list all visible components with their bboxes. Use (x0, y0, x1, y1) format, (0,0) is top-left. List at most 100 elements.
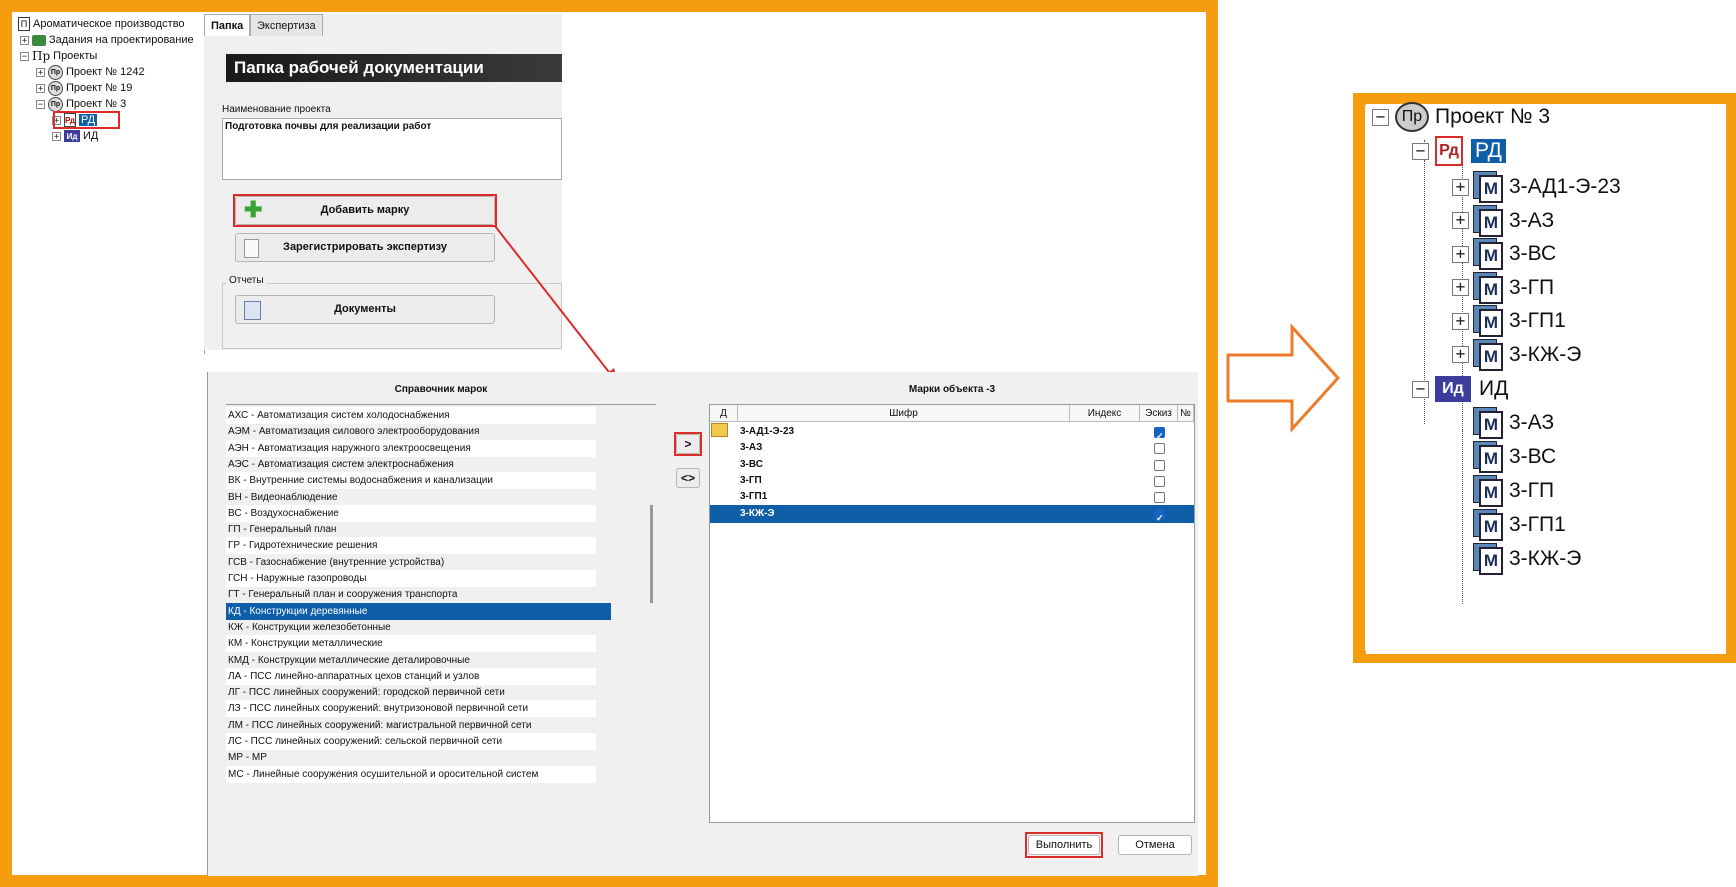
grid-header-index[interactable]: Индекс (1070, 405, 1140, 422)
grid-row[interactable]: 3-АЗ (710, 439, 1194, 457)
zoom-tree-rd[interactable]: − Рд РД (1412, 136, 1506, 166)
mark-list-item[interactable]: ГР - Гидротехнические решения (226, 537, 596, 555)
zoom-tree-label: 3-КЖ-Э (1509, 342, 1582, 366)
zoom-tree-project[interactable]: − Пр Проект № 3 (1372, 102, 1550, 132)
zoom-tree-id-mark[interactable]: М 3-ГП (1452, 475, 1555, 507)
mark-list-item[interactable]: ВК - Внутренние системы водоснабжения и … (226, 472, 596, 490)
grid-header-number[interactable]: № (1178, 405, 1194, 422)
mark-list-item[interactable]: ВС - Воздухоснабжение (226, 504, 596, 522)
collapse-icon[interactable]: − (1412, 380, 1429, 398)
expand-icon[interactable]: + (1452, 312, 1469, 330)
mark-list-item[interactable]: ЛС - ПСС линейных сооружений: сельской п… (226, 733, 596, 750)
zoom-tree-rd-mark[interactable]: + М 3-АЗ (1452, 204, 1554, 237)
grid-row[interactable]: 3-ГП (710, 472, 1194, 490)
sketch-checkbox[interactable] (1154, 443, 1165, 455)
zoom-tree-label: ИД (1479, 377, 1509, 400)
move-right-highlight-box (674, 432, 702, 456)
grid-cell-code: 3-АЗ (740, 442, 763, 454)
collapse-icon[interactable]: − (1372, 108, 1389, 126)
zoom-tree-label: 3-АД1-Э-23 (1509, 175, 1621, 198)
grid-row[interactable]: 3-КЖ-Э (710, 504, 1194, 527)
zoom-tree-label: 3-ГП1 (1509, 513, 1566, 536)
sketch-checkbox[interactable] (1154, 508, 1165, 527)
mark-list-item[interactable]: ГСН - Наружные газопроводы (226, 570, 596, 587)
cancel-button[interactable]: Отмена (1118, 835, 1192, 855)
zoom-tree-rd-mark[interactable]: + М 3-КЖ-Э (1452, 338, 1582, 371)
zoom-tree-rd-mark[interactable]: + М 3-АД1-Э-23 (1452, 171, 1621, 203)
mark-list-item[interactable]: ЛА - ПСС линейно-аппаратных цехов станци… (226, 667, 596, 685)
mark-list-item[interactable]: МС - Линейные сооружения осушительной и … (226, 765, 596, 783)
list-scrollbar[interactable] (650, 505, 653, 603)
zoom-tree-label: 3-АЗ (1509, 411, 1555, 434)
mark-list-item[interactable]: КМД - Конструкции металлические деталиро… (226, 652, 596, 669)
mark-icon: М (1473, 475, 1503, 507)
grid-row[interactable]: 3-ГП1 (710, 488, 1194, 506)
grid-header-d[interactable]: Д (710, 405, 738, 422)
zoom-tree-label: 3-ГП1 (1509, 309, 1566, 332)
expand-icon[interactable]: + (1452, 279, 1469, 296)
mark-list-item[interactable]: АХС - Автоматизация систем холодоснабжен… (226, 407, 596, 424)
mark-list-item[interactable]: АЭН - Автоматизация наружного электроосв… (226, 439, 596, 457)
mark-list-item[interactable]: КД - Конструкции деревянные (226, 602, 611, 620)
mark-icon: М (1473, 509, 1503, 541)
rd-document-icon: Рд (1435, 136, 1463, 166)
mark-list-item[interactable]: ЛГ - ПСС линейных сооружений: городской … (226, 684, 596, 701)
mark-icon: М (1473, 543, 1503, 575)
id-folder-icon: Ид (1435, 376, 1471, 402)
left-list-title: Справочник марок (394, 384, 488, 395)
grid-cell-code: 3-АД1-Э-23 (740, 426, 795, 437)
mark-list-item[interactable]: АЭМ - Автоматизация силового электрообор… (226, 423, 596, 440)
expand-icon[interactable]: + (1452, 346, 1469, 363)
zoom-tree-id-mark[interactable]: М 3-АЗ (1452, 407, 1555, 439)
mark-icon: М (1473, 271, 1503, 304)
mark-list-item[interactable]: ГТ - Генеральный план и сооружения транс… (226, 586, 596, 603)
big-right-arrow (1226, 323, 1341, 433)
zoom-tree-id-mark[interactable]: М 3-КЖ-Э (1452, 543, 1582, 575)
mark-list-item[interactable]: ЛМ - ПСС линейных сооружений: магистраль… (226, 717, 596, 734)
sketch-checkbox[interactable] (1154, 492, 1165, 504)
grid-cell-code: 3-КЖ-Э (740, 507, 775, 519)
expand-icon[interactable]: + (1452, 212, 1469, 229)
collapse-icon[interactable]: − (1412, 142, 1429, 160)
mark-icon: М (1473, 171, 1503, 203)
execute-highlight-box (1025, 832, 1103, 858)
mark-list-item[interactable]: ГСВ - Газоснабжение (внутренние устройст… (226, 554, 596, 571)
mark-list-item[interactable]: ГП - Генеральный план (226, 521, 596, 538)
zoom-tree-rd-mark[interactable]: + М 3-ВС (1452, 238, 1557, 270)
mark-list-item[interactable]: КМ - Конструкции металлические (226, 635, 596, 653)
right-grid-title: Марки объекта -3 (908, 384, 996, 395)
sketch-checkbox[interactable] (1154, 459, 1165, 471)
mark-list-item[interactable]: МР - МР (226, 749, 596, 766)
project-circle-icon: Пр (1395, 102, 1429, 132)
sketch-checkbox[interactable] (1154, 427, 1165, 445)
zoom-tree-rd-mark[interactable]: + М 3-ГП (1452, 271, 1554, 304)
mark-icon: М (1473, 305, 1503, 337)
zoom-tree-label: 3-КЖ-Э (1509, 547, 1582, 570)
marks-listbox[interactable]: АХС - Автоматизация систем холодоснабжен… (226, 404, 656, 823)
grid-header-code[interactable]: Шифр (738, 405, 1070, 422)
zoom-tree-rd-mark[interactable]: + М 3-ГП1 (1452, 305, 1566, 337)
mark-icon: М (1473, 338, 1503, 371)
expand-icon[interactable]: + (1452, 178, 1469, 196)
mark-list-item[interactable]: КЖ - Конструкции железобетонные (226, 619, 596, 636)
zoom-tree-label: 3-ВС (1509, 445, 1557, 468)
mark-icon: М (1473, 441, 1503, 473)
zoom-tree-label: 3-ГП (1509, 479, 1555, 502)
mark-list-item[interactable]: ЛЗ - ПСС линейных сооружений: внутризоно… (226, 700, 596, 718)
mark-list-item[interactable]: ВН - Видеонаблюдение (226, 489, 596, 506)
zoom-tree-id-mark[interactable]: М 3-ГП1 (1452, 509, 1566, 541)
sketch-checkbox[interactable] (1154, 475, 1165, 487)
grid-cell-code: 3-ГП1 (740, 491, 768, 503)
zoom-tree-label: 3-ВС (1509, 242, 1557, 265)
zoom-tree-id-mark[interactable]: М 3-ВС (1452, 441, 1557, 473)
grid-row[interactable]: 3-АД1-Э-23 (710, 423, 1194, 445)
move-both-button[interactable]: <> (676, 468, 700, 488)
object-marks-grid[interactable]: Д Шифр Индекс Эскиз № 3-АД1-Э-23 3-АЗ 3-ВС… (709, 404, 1195, 823)
zoom-tree-id[interactable]: − Ид ИД (1412, 374, 1508, 404)
mark-icon: М (1473, 204, 1503, 237)
mark-list-item[interactable]: АЭС - Автоматизация систем электроснабже… (226, 456, 596, 473)
zoom-tree-label: РД (1471, 139, 1506, 163)
grid-row[interactable]: 3-ВС (710, 456, 1194, 474)
grid-header-sketch[interactable]: Эскиз (1140, 405, 1178, 422)
expand-icon[interactable]: + (1452, 245, 1469, 263)
